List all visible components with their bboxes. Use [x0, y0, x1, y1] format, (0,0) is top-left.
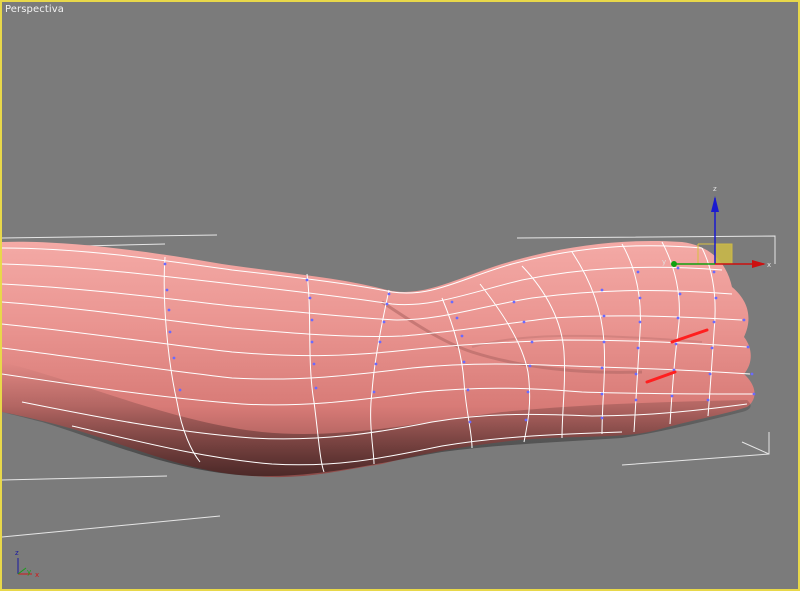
gizmo-xz-plane[interactable] [714, 243, 733, 265]
gizmo-y-handle-icon[interactable] [671, 261, 677, 267]
world-axis-x-label: x [35, 571, 39, 579]
gizmo-y-label: y [662, 258, 666, 266]
perspective-viewport[interactable]: Perspectiva z x y z y x [0, 0, 800, 591]
gizmo-x-label: x [767, 261, 771, 269]
gizmo-z-arrow-icon[interactable] [711, 196, 719, 212]
world-axis-tripod: z y x [15, 549, 39, 579]
gizmo-x-arrow-icon[interactable] [752, 260, 766, 268]
viewport-label[interactable]: Perspectiva [5, 4, 64, 15]
gizmo-z-label: z [713, 185, 717, 193]
world-axis-z-label: z [15, 549, 19, 557]
world-axis-y-label: y [27, 568, 31, 576]
viewport-canvas[interactable]: z x y z y x [2, 2, 800, 591]
arm-mesh[interactable] [2, 240, 756, 478]
